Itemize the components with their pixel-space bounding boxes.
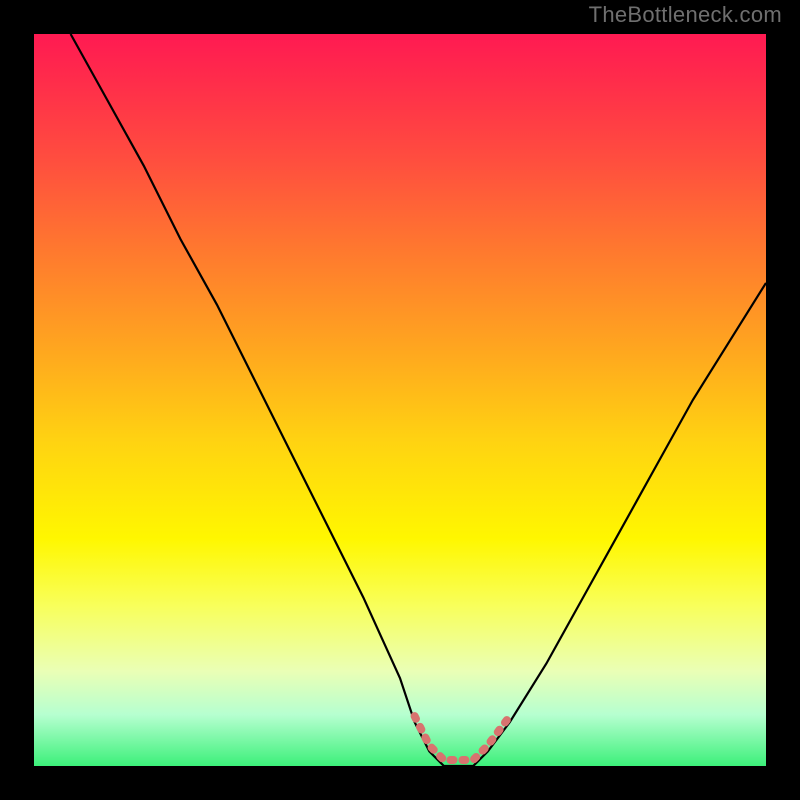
chart-stage: TheBottleneck.com bbox=[0, 0, 800, 800]
bottleneck-curve bbox=[34, 34, 766, 766]
watermark-text: TheBottleneck.com bbox=[589, 2, 782, 28]
